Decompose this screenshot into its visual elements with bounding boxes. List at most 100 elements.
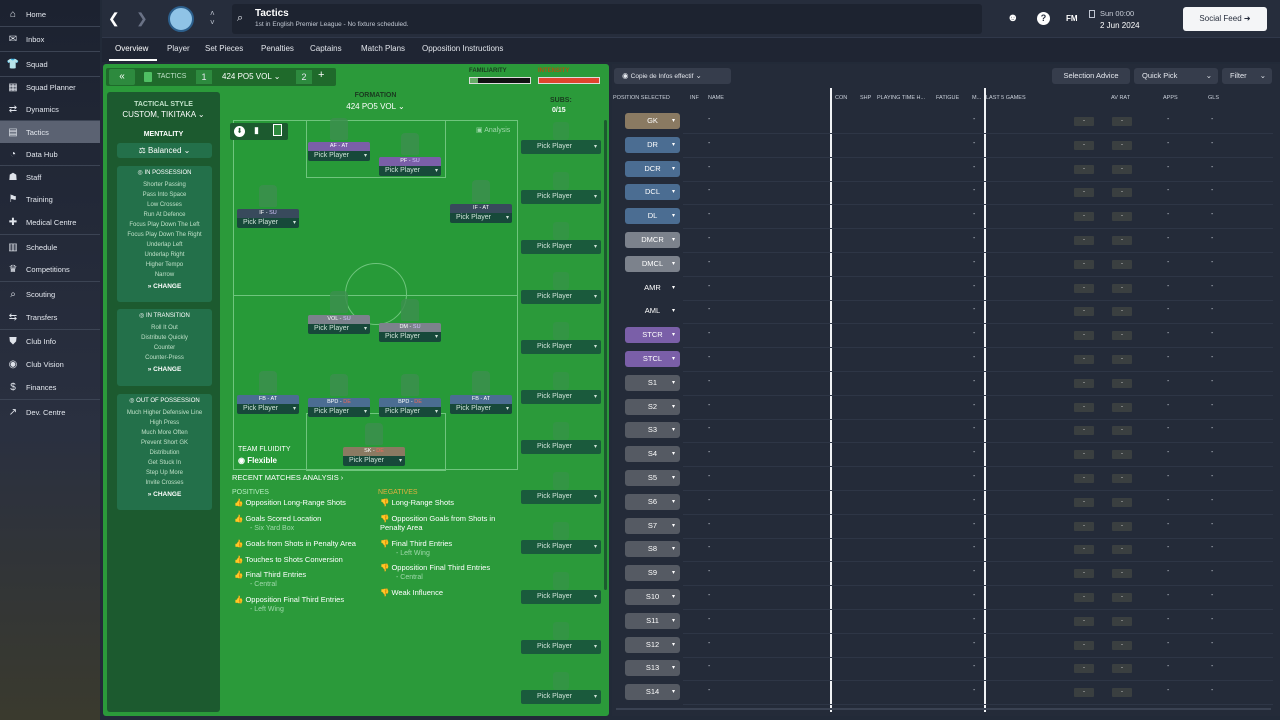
- in_transition-change-button[interactable]: » CHANGE: [117, 363, 212, 377]
- column-header[interactable]: CON: [835, 95, 847, 101]
- tactic-slot-1[interactable]: 1: [196, 70, 212, 84]
- position-selector[interactable]: S1: [625, 374, 680, 391]
- tab-match-plans[interactable]: Match Plans: [361, 44, 405, 53]
- date-time[interactable]: Sun 00:00: [1100, 9, 1134, 18]
- sub-pick-player-dropdown[interactable]: Pick Player: [521, 490, 601, 504]
- sidebar-item-transfers[interactable]: ⇆ Transfers: [0, 306, 100, 328]
- view-dropdown[interactable]: ◉ Copie de Infos effectif ⌄: [614, 68, 731, 84]
- tab-set-pieces[interactable]: Set Pieces: [205, 44, 243, 53]
- sub-pick-player-dropdown[interactable]: Pick Player: [521, 590, 601, 604]
- pick-player-dropdown[interactable]: Pick Player: [450, 404, 512, 414]
- tactic-name-dropdown[interactable]: 424 PO5 VOL ⌄: [216, 70, 290, 84]
- pick-player-dropdown[interactable]: Pick Player: [308, 151, 370, 161]
- column-header[interactable]: POSITION SELECTED: [613, 95, 670, 101]
- sidebar-item-medical-centre[interactable]: ✚ Medical Centre: [0, 211, 100, 233]
- sub-pick-player-dropdown[interactable]: Pick Player: [521, 140, 601, 154]
- search-icon[interactable]: ⌕: [237, 12, 243, 25]
- sidebar-item-club-info[interactable]: ⛊ Club Info: [0, 330, 100, 352]
- sidebar-item-training[interactable]: ⚑ Training: [0, 188, 100, 210]
- position-selector[interactable]: S4: [625, 446, 680, 463]
- position-selector[interactable]: AML: [625, 303, 680, 319]
- filter-button[interactable]: Filter ⌄: [1222, 68, 1272, 84]
- position-selector[interactable]: GK: [625, 113, 680, 129]
- column-header[interactable]: APPS: [1163, 95, 1178, 101]
- collapse-button[interactable]: «: [109, 69, 135, 85]
- formation-name-dropdown[interactable]: 424 PO5 VOL ⌄: [233, 102, 518, 111]
- pitch-icon[interactable]: [273, 124, 282, 136]
- position-selector[interactable]: AMR: [625, 280, 680, 296]
- pitch-player-slot[interactable]: BPD - DE Pick Player: [379, 374, 441, 426]
- pitch-player-slot[interactable]: PF - SU Pick Player: [379, 133, 441, 185]
- position-selector[interactable]: S14: [625, 684, 680, 701]
- pitch-player-slot[interactable]: BPD - DE Pick Player: [308, 374, 370, 426]
- position-selector[interactable]: S11: [625, 612, 680, 629]
- position-selector[interactable]: DMCL: [625, 255, 680, 272]
- sub-pick-player-dropdown[interactable]: Pick Player: [521, 190, 601, 204]
- pitch-player-slot[interactable]: IF - AT Pick Player: [450, 180, 512, 232]
- sidebar-item-schedule[interactable]: ▥ Schedule: [0, 236, 100, 258]
- position-selector[interactable]: DL: [625, 208, 680, 225]
- sidebar-item-finances[interactable]: $ Finances: [0, 376, 100, 398]
- list-scrollbar[interactable]: [616, 708, 1271, 710]
- position-selector[interactable]: STCL: [625, 351, 680, 367]
- social-feed-button[interactable]: Social Feed ➜: [1183, 7, 1267, 31]
- pick-player-dropdown[interactable]: Pick Player: [308, 324, 370, 334]
- pitch-player-slot[interactable]: DM - SU Pick Player: [379, 299, 441, 351]
- pick-player-dropdown[interactable]: Pick Player: [379, 166, 441, 176]
- position-selector[interactable]: STCR: [625, 327, 680, 344]
- position-selector[interactable]: DCL: [625, 184, 680, 201]
- forward-button[interactable]: ❯: [136, 10, 148, 27]
- sidebar-item-tactics[interactable]: ▤ Tactics: [0, 121, 100, 143]
- sidebar-item-home[interactable]: ⌂ Home: [0, 3, 100, 25]
- column-header[interactable]: M...: [972, 95, 981, 101]
- sub-pick-player-dropdown[interactable]: Pick Player: [521, 390, 601, 404]
- sidebar-item-data-hub[interactable]: ◔ Data Hub: [0, 143, 100, 165]
- sidebar-item-squad-planner[interactable]: ▦ Squad Planner: [0, 76, 100, 98]
- column-header[interactable]: LAST 5 GAMES: [986, 95, 1026, 101]
- pick-player-dropdown[interactable]: Pick Player: [237, 404, 299, 414]
- sidebar-item-dev-centre[interactable]: ↗ Dev. Centre: [0, 401, 100, 423]
- position-selector[interactable]: S6: [625, 493, 680, 510]
- sub-pick-player-dropdown[interactable]: Pick Player: [521, 640, 601, 654]
- sidebar-item-dynamics[interactable]: ⇄ Dynamics: [0, 98, 100, 120]
- position-selector[interactable]: S13: [625, 660, 680, 677]
- position-selector[interactable]: S7: [625, 517, 680, 534]
- tab-opposition-instructions[interactable]: Opposition Instructions: [422, 44, 503, 53]
- sidebar-item-squad[interactable]: 👕 Squad: [0, 53, 100, 75]
- sub-pick-player-dropdown[interactable]: Pick Player: [521, 290, 601, 304]
- sidebar-item-scouting[interactable]: ⌕ Scouting: [0, 283, 100, 305]
- sidebar-item-competitions[interactable]: ♛ Competitions: [0, 258, 100, 280]
- recent-matches-analysis-link[interactable]: RECENT MATCHES ANALYSIS ›: [232, 473, 343, 482]
- position-selector[interactable]: S3: [625, 422, 680, 439]
- info-icon[interactable]: ⬇: [234, 126, 245, 137]
- pick-player-dropdown[interactable]: Pick Player: [343, 456, 405, 466]
- pitch-player-slot[interactable]: FB - AT Pick Player: [450, 371, 512, 423]
- pitch-player-slot[interactable]: VOL - SU Pick Player: [308, 291, 370, 343]
- position-selector[interactable]: S2: [625, 398, 680, 415]
- back-button[interactable]: ❮: [108, 10, 120, 27]
- sub-pick-player-dropdown[interactable]: Pick Player: [521, 690, 601, 704]
- position-selector[interactable]: S10: [625, 589, 680, 605]
- sidebar-item-staff[interactable]: ☗ Staff: [0, 166, 100, 188]
- panel-scrollbar[interactable]: [604, 120, 607, 590]
- pick-player-dropdown[interactable]: Pick Player: [379, 407, 441, 417]
- out_possession-change-button[interactable]: » CHANGE: [117, 488, 212, 502]
- pick-player-dropdown[interactable]: Pick Player: [237, 218, 299, 228]
- add-tactic-button[interactable]: +: [318, 69, 324, 81]
- in_possession-change-button[interactable]: » CHANGE: [117, 280, 212, 294]
- pitch-player-slot[interactable]: FB - AT Pick Player: [237, 371, 299, 423]
- sub-pick-player-dropdown[interactable]: Pick Player: [521, 340, 601, 354]
- club-crest-icon[interactable]: [168, 6, 194, 32]
- column-header[interactable]: SHP: [860, 95, 871, 101]
- sidebar-item-club-vision[interactable]: ◉ Club Vision: [0, 353, 100, 375]
- tactic-slot-2[interactable]: 2: [296, 70, 312, 84]
- tab-overview[interactable]: Overview: [115, 44, 148, 53]
- date[interactable]: 2 Jun 2024: [1100, 21, 1140, 30]
- chevron-up-down-icon[interactable]: ˄ ˅: [210, 9, 215, 27]
- quick-pick-button[interactable]: Quick Pick ⌄: [1134, 68, 1218, 84]
- pick-player-dropdown[interactable]: Pick Player: [450, 213, 512, 223]
- sub-pick-player-dropdown[interactable]: Pick Player: [521, 540, 601, 554]
- pick-player-dropdown[interactable]: Pick Player: [308, 407, 370, 417]
- tab-penalties[interactable]: Penalties: [261, 44, 294, 53]
- pitch-player-slot[interactable]: SK - DE Pick Player: [343, 423, 405, 475]
